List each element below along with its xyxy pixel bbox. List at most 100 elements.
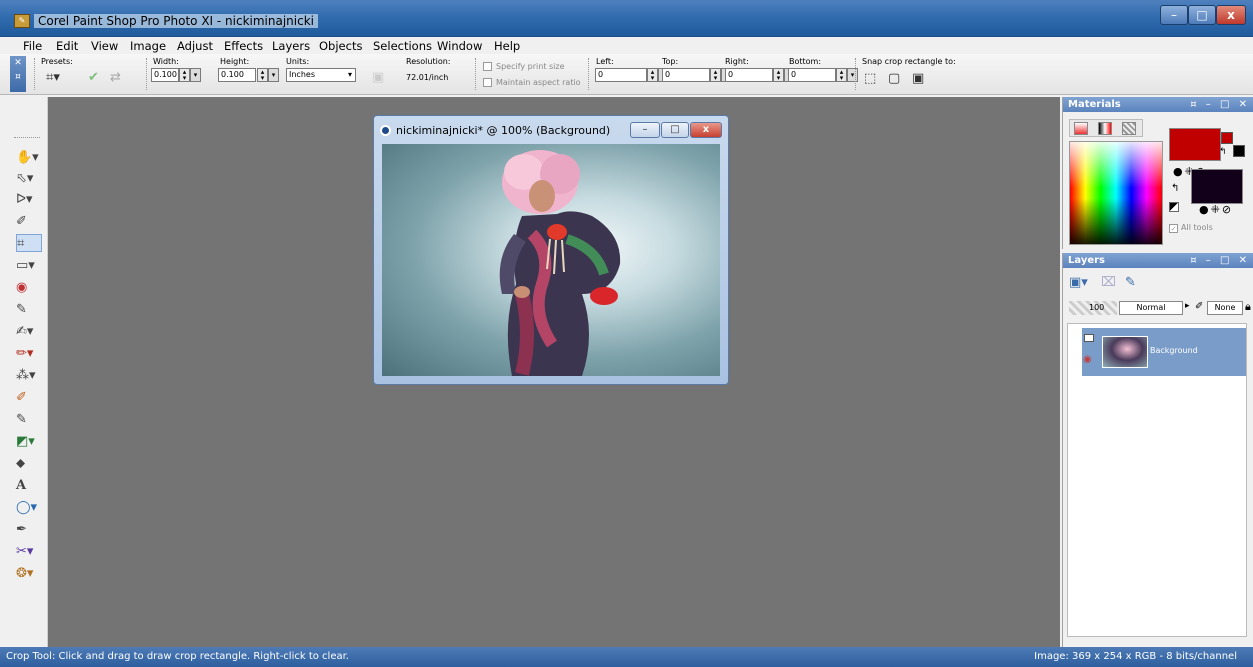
crop-tool-icon[interactable]: ⌗: [16, 234, 42, 252]
lighten-darken-icon[interactable]: ✐: [16, 389, 42, 407]
maintain-aspect-checkbox[interactable]: [483, 78, 492, 87]
mesh-warp-icon[interactable]: ❂▾: [16, 565, 42, 583]
snap-label: Snap crop rectangle to:: [862, 57, 956, 66]
new-layer-icon[interactable]: ▣▾: [1069, 275, 1088, 290]
document-window[interactable]: nickiminajnicki* @ 100% (Background) – □…: [373, 115, 729, 385]
close-button[interactable]: x: [1216, 5, 1246, 25]
left-spinner[interactable]: ▴ ▾: [647, 68, 658, 82]
crop-preset-icon[interactable]: ⌗▾: [46, 70, 60, 85]
menu-file[interactable]: File: [23, 39, 42, 53]
swap-colors-icon[interactable]: ↰: [1219, 147, 1227, 157]
panel-controls-icon[interactable]: ¤ – □ ✕: [1190, 253, 1250, 268]
bottom-spinner[interactable]: ▴ ▾: [836, 68, 847, 82]
right-spinner[interactable]: ▴ ▾: [773, 68, 784, 82]
opacity-field[interactable]: 100: [1069, 301, 1117, 315]
frame-tab-icon[interactable]: [1074, 122, 1088, 135]
app-icon[interactable]: ✎: [14, 14, 30, 28]
left-input[interactable]: 0: [595, 68, 647, 82]
maximize-button[interactable]: □: [1188, 5, 1216, 25]
rainbow-tab-icon[interactable]: [1098, 122, 1112, 135]
color-spectrum[interactable]: [1069, 141, 1163, 245]
image-canvas[interactable]: [382, 144, 720, 376]
warp-brush-icon[interactable]: ✂▾: [16, 543, 42, 561]
doc-minimize-button[interactable]: –: [630, 122, 660, 138]
bottom-dropdown[interactable]: ▾: [847, 68, 858, 82]
snap-image-icon[interactable]: ▣: [912, 71, 924, 86]
pan-tool-icon[interactable]: ✋▾: [16, 149, 42, 167]
top-spinner[interactable]: ▴ ▾: [710, 68, 721, 82]
materials-title: Materials: [1068, 99, 1121, 110]
minimize-button[interactable]: –: [1160, 5, 1188, 25]
makeover-tool-icon[interactable]: ✎: [16, 301, 42, 319]
bottom-input[interactable]: 0: [788, 68, 836, 82]
paint-brush-icon[interactable]: ✏▾: [16, 345, 42, 363]
height-dropdown[interactable]: ▾: [268, 68, 279, 82]
width-spinner[interactable]: ▴ ▾: [179, 68, 190, 82]
right-input[interactable]: 0: [725, 68, 773, 82]
flood-fill-icon[interactable]: ◩▾: [16, 433, 42, 451]
menu-adjust[interactable]: Adjust: [177, 39, 213, 53]
picture-tube-icon[interactable]: ⬥: [16, 455, 42, 473]
menu-edit[interactable]: Edit: [56, 39, 78, 53]
bg-style-icons[interactable]: ●⁜⊘: [1199, 203, 1233, 216]
mask-mode-value: None: [1214, 303, 1236, 312]
menu-view[interactable]: View: [91, 39, 118, 53]
pick-tool-icon[interactable]: ⬁▾: [16, 170, 42, 188]
specify-print-size-label: Specify print size: [496, 62, 565, 71]
mask-brush-icon[interactable]: ✐: [1195, 301, 1203, 312]
width-dropdown[interactable]: ▾: [190, 68, 201, 82]
menu-layers[interactable]: Layers: [272, 39, 310, 53]
menu-help[interactable]: Help: [494, 39, 520, 53]
snap-selection-icon[interactable]: ⬚: [864, 71, 876, 86]
menu-image[interactable]: Image: [130, 39, 166, 53]
background-swatch[interactable]: [1191, 169, 1243, 204]
toolbar-grip[interactable]: ✕ ¤: [10, 56, 26, 92]
eraser-tool-icon[interactable]: ✎: [16, 411, 42, 429]
layer-type-icon: [1084, 334, 1094, 342]
palette-grip[interactable]: [14, 137, 40, 138]
doc-maximize-button[interactable]: □: [661, 122, 689, 138]
menu-objects[interactable]: Objects: [319, 39, 362, 53]
visibility-eye-icon[interactable]: ◉: [1083, 354, 1092, 365]
panel-controls-icon[interactable]: ¤ – □ ✕: [1190, 97, 1250, 112]
height-spinner[interactable]: ▴ ▾: [257, 68, 268, 82]
toolbar-separator: [475, 58, 476, 90]
mask-mode-select[interactable]: None: [1207, 301, 1243, 315]
chevron-down-icon: ▾: [347, 70, 352, 79]
red-eye-tool-icon[interactable]: ◉: [16, 279, 42, 297]
blend-mode-select[interactable]: Normal: [1119, 301, 1183, 315]
menu-selections[interactable]: Selections: [373, 39, 432, 53]
airbrush-tool-icon[interactable]: ⁂▾: [16, 367, 42, 385]
pen-tool-icon[interactable]: ✒: [16, 521, 42, 539]
text-tool-icon[interactable]: A: [16, 477, 42, 495]
straighten-tool-icon[interactable]: ▭▾: [16, 257, 42, 275]
foreground-swatch[interactable]: [1169, 128, 1221, 161]
clone-brush-icon[interactable]: ✍▾: [16, 323, 42, 341]
rotate-icon[interactable]: ⇄: [110, 70, 121, 85]
height-input[interactable]: 0.100: [218, 68, 256, 82]
width-input[interactable]: 0.100: [151, 68, 179, 82]
units-select[interactable]: Inches ▾: [286, 68, 356, 82]
all-tools-checkbox[interactable]: ✓: [1169, 224, 1178, 233]
lock-icon[interactable]: 🔒︎: [1245, 300, 1251, 314]
swap-arrow-icon[interactable]: ↰: [1171, 183, 1179, 194]
reset-colors-icon[interactable]: [1169, 202, 1179, 212]
menu-effects[interactable]: Effects: [224, 39, 263, 53]
delete-layer-icon[interactable]: ⌧: [1101, 275, 1116, 290]
specify-print-size-checkbox[interactable]: [483, 62, 492, 71]
dropper-tool-icon[interactable]: ✐: [16, 213, 42, 231]
layer-row-background[interactable]: ◉ Background: [1082, 328, 1246, 376]
blend-arrow-icon[interactable]: ▸: [1185, 301, 1190, 311]
snap-layer-icon[interactable]: ▢: [888, 71, 900, 86]
selection-tool-icon[interactable]: ᐅ▾: [16, 191, 42, 209]
menu-window[interactable]: Window: [437, 39, 482, 53]
swatches-tab-icon[interactable]: [1122, 122, 1136, 135]
doc-close-button[interactable]: x: [690, 122, 722, 138]
foreground-mini-icon: [1221, 132, 1233, 144]
preset-shape-icon[interactable]: ◯▾: [16, 499, 42, 517]
layer-thumbnail: [1102, 336, 1148, 368]
layers-title: Layers: [1068, 255, 1105, 266]
layer-properties-icon[interactable]: ✎: [1125, 275, 1136, 290]
top-input[interactable]: 0: [662, 68, 710, 82]
apply-icon[interactable]: ✔: [88, 70, 99, 85]
